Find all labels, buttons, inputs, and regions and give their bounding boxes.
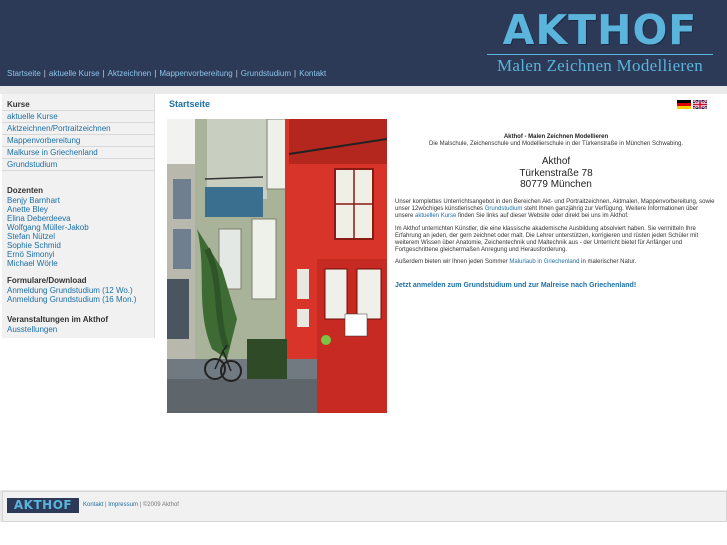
nav-separator: | <box>43 69 46 78</box>
address-name: Akthof <box>541 156 571 167</box>
sidebar: Kurse aktuelle Kurse Aktzeichnen/Portrai… <box>2 94 155 338</box>
logo-subtitle: Malen Zeichnen Modellieren <box>496 56 704 75</box>
address-street: Türkenstraße 78 <box>519 167 593 179</box>
nav-separator: | <box>102 69 105 78</box>
nav-separator: | <box>154 69 157 78</box>
formulare-heading: Formulare/Download <box>7 276 87 285</box>
paragraph-greece: Außerdem bieten wir Ihnen jeden Sommer M… <box>395 258 637 265</box>
dozent-link[interactable]: Wolfgang Müller-Jakob <box>2 223 154 232</box>
nav-aktzeichnen[interactable]: Aktzeichnen <box>108 69 152 78</box>
building-photo <box>167 119 387 413</box>
sidebar-item-aktzeichnen[interactable]: Aktzeichnen/Portraitzeichnen <box>2 122 154 134</box>
ausstellungen-link[interactable]: Ausstellungen <box>2 325 154 334</box>
address-city: 80779 München <box>520 179 592 190</box>
aktuelle-kurse-inline-link[interactable]: aktuellen Kurse <box>415 213 456 219</box>
header-band <box>0 86 727 94</box>
language-switcher <box>675 100 707 118</box>
paragraph-teachers: Im Akthof unterrichten Künstler, die ein… <box>395 225 699 253</box>
main-content: Startseite Akthof - Malen Zeichnen Model… <box>155 94 727 490</box>
footer-impressum-link[interactable]: Impressum <box>108 502 138 508</box>
nav-separator: | <box>294 69 297 78</box>
sidebar-item-grundstudium[interactable]: Grundstudium <box>2 158 154 171</box>
uk-flag-icon[interactable] <box>693 100 707 109</box>
footer-kontakt-link[interactable]: Kontakt <box>83 502 103 508</box>
intro-title: Akthof - Malen Zeichnen Modellieren <box>503 134 609 140</box>
dozenten-heading: Dozenten <box>7 186 43 195</box>
kurse-heading: Kurse <box>7 100 30 109</box>
address-block: Akthof Türkenstraße 78 80779 München <box>395 156 717 191</box>
sidebar-item-aktuelle-kurse[interactable]: aktuelle Kurse <box>2 110 154 122</box>
nav-kontakt[interactable]: Kontakt <box>299 69 326 78</box>
anmeldung-12-wo-link[interactable]: Anmeldung Grundstudium (12 Wo.) <box>2 286 154 295</box>
malurlaub-inline-link[interactable]: Malurlaub in Griechenland <box>509 259 579 265</box>
dozent-link[interactable]: Anette Bley <box>2 205 154 214</box>
dozent-link[interactable]: Stefan Nützel <box>2 232 154 241</box>
footer-links: Kontakt | Impressum | ©2009 Akthof <box>83 502 179 508</box>
veranstaltungen-heading: Veranstaltungen im Akthof <box>7 315 109 324</box>
cta-link[interactable]: Jetzt anmelden zum Grundstudium und zur … <box>395 282 717 289</box>
footer-logo[interactable]: AKTHOF <box>7 498 79 513</box>
intro-text: Die Malschule, Zeichenschule und Modelli… <box>428 141 684 147</box>
dozent-link[interactable]: Elina Deberdeeva <box>2 214 154 223</box>
site-logo[interactable]: AKTHOF Malen Zeichnen Modellieren <box>485 6 715 76</box>
nav-separator: | <box>235 69 238 78</box>
grundstudium-inline-link[interactable]: Grundstudium <box>485 206 523 212</box>
logo-text: AKTHOF <box>502 6 698 54</box>
logo-rule <box>487 54 713 55</box>
dozent-link[interactable]: Michael Wörle <box>2 259 154 268</box>
site-header: AKTHOF Malen Zeichnen Modellieren Starts… <box>0 0 727 86</box>
sidebar-item-mappenvorbereitung[interactable]: Mappenvorbereitung <box>2 134 154 146</box>
site-footer: AKTHOF Kontakt | Impressum | ©2009 Aktho… <box>2 491 727 522</box>
nav-grundstudium[interactable]: Grundstudium <box>241 69 291 78</box>
top-navigation: Startseite | aktuelle Kurse | Aktzeichnen | Ma… <box>7 69 326 78</box>
sidebar-item-malkurse-griechenland[interactable]: Malkurse in Griechenland <box>2 146 154 158</box>
nav-mappenvorbereitung[interactable]: Mappenvorbereitung <box>159 69 232 78</box>
german-flag-icon[interactable] <box>677 100 691 109</box>
page-title: Startseite <box>169 99 211 109</box>
dozent-link[interactable]: Benjy Barnhart <box>2 196 154 205</box>
footer-copyright: ©2009 Akthof <box>142 502 179 508</box>
dozent-link[interactable]: Ernö Simonyi <box>2 250 154 259</box>
content-text: Akthof - Malen Zeichnen Modellieren Die … <box>395 134 717 289</box>
dozent-link[interactable]: Sophie Schmid <box>2 241 154 250</box>
paragraph-courses: Unser komplettes Unterrichtsangebot in d… <box>395 198 715 219</box>
nav-aktuelle-kurse[interactable]: aktuelle Kurse <box>49 69 100 78</box>
anmeldung-16-mon-link[interactable]: Anmeldung Grundstudium (16 Mon.) <box>2 295 154 304</box>
nav-startseite[interactable]: Startseite <box>7 69 41 78</box>
